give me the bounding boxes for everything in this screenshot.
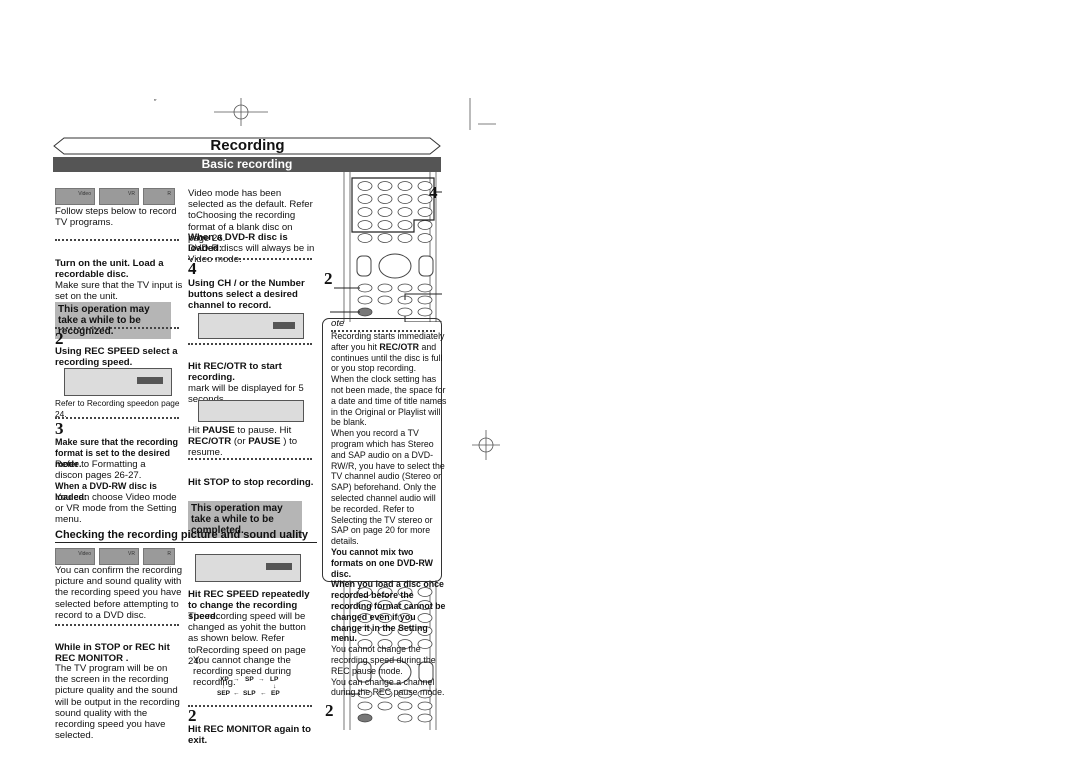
remote-button	[357, 307, 373, 317]
step2-number: 2	[55, 329, 64, 348]
remote-button	[397, 713, 413, 723]
page-title: Recording	[210, 137, 285, 154]
divider	[188, 458, 312, 460]
remote-button	[397, 307, 413, 317]
dvd-r-icon: R	[143, 188, 175, 205]
remote-button	[417, 283, 433, 293]
remote-button	[397, 220, 413, 230]
step1-title: Turn on the unit. Load a recordable disc…	[55, 258, 164, 281]
check-step1-text: The TV program will be on the screen in …	[55, 663, 180, 742]
callout-2-bottom: 2	[325, 701, 334, 720]
dvd-r-icon: R	[143, 548, 175, 565]
dvd-video-icon: Video	[55, 188, 95, 205]
remote-button	[357, 713, 373, 723]
dvdr-text: DVD-R discs will always be in Video mode…	[188, 243, 315, 266]
divider	[55, 624, 179, 626]
pause-text: Hit PAUSE to pause. Hit REC/OTR (or PAUS…	[188, 425, 298, 459]
rw-text: You can choose Video mode or VR mode fro…	[55, 492, 177, 526]
remote-button	[417, 307, 433, 317]
remote-button	[377, 701, 393, 711]
remote-button	[377, 194, 393, 204]
check-title: Checking the recording picture and sound…	[55, 529, 317, 543]
step5-title: Hit REC/OTR to start recording.	[188, 361, 282, 384]
callout-4: 4	[429, 183, 438, 202]
step1-note: This operation may take a while to be re…	[55, 302, 171, 339]
remote-button	[357, 207, 373, 217]
dvd-vr-icon: VR	[99, 548, 139, 565]
section-header: Basic recording	[53, 157, 441, 172]
remote-button	[357, 701, 373, 711]
remote-button	[377, 181, 393, 191]
divider	[55, 417, 179, 419]
callout-2: 2	[324, 269, 333, 288]
remote-button	[417, 233, 433, 243]
step1-text: Make sure that the TV input is set on th…	[55, 280, 183, 303]
speed-screen	[64, 368, 172, 396]
remote-button	[397, 233, 413, 243]
remote-button	[397, 181, 413, 191]
check-step2-title: Hit REC MONITOR again to exit.	[188, 724, 311, 747]
step3-number: 3	[55, 419, 64, 438]
remote-button	[417, 207, 433, 217]
divider	[188, 258, 312, 260]
step4-title: Using CH / or the Number buttons select …	[188, 278, 305, 312]
rec-screen	[198, 400, 304, 422]
remote-button	[357, 220, 373, 230]
divider	[188, 343, 312, 345]
speed-cycle: XP → SP → LP ↓ EP ← SLP ← SEP ↑	[217, 676, 280, 697]
remote-button	[397, 207, 413, 217]
remote-button	[357, 233, 373, 243]
step3-ref: Refer to Formatting a discon pages 26-27…	[55, 459, 146, 482]
dvd-video-icon: Video	[55, 548, 95, 565]
step4-number: 4	[188, 259, 197, 278]
check-step2-number: 2	[188, 706, 197, 725]
remote-button	[397, 194, 413, 204]
remote-button	[377, 207, 393, 217]
step6-title: Hit STOP to stop recording.	[188, 477, 314, 488]
remote-button	[357, 283, 373, 293]
remote-button	[377, 295, 393, 305]
note-heading: ote	[331, 318, 345, 329]
remote-button	[418, 255, 434, 277]
remote-button	[397, 701, 413, 711]
remote-button	[417, 295, 433, 305]
check-intro: You can confirm the recording picture an…	[55, 565, 183, 621]
manual-page: ″ Recording Basic recording Video VR R Fol…	[0, 0, 1080, 780]
remote-button	[357, 194, 373, 204]
check-step1-title: While in STOP or REC hit REC MONITOR .	[55, 642, 170, 665]
remote-button	[356, 255, 372, 277]
step2-title: Using REC SPEED select a recording speed…	[55, 346, 178, 369]
divider	[188, 705, 312, 707]
remote-button	[397, 283, 413, 293]
remote-button	[377, 233, 393, 243]
note-text: Recording starts immediately after you h…	[331, 331, 447, 698]
remote-nav-button	[378, 253, 412, 279]
svg-text:″: ″	[154, 99, 157, 106]
divider	[55, 327, 179, 329]
remote-button	[417, 713, 433, 723]
remote-button	[417, 220, 433, 230]
remote-button	[377, 283, 393, 293]
dvd-vr-icon: VR	[99, 188, 139, 205]
remote-button	[357, 295, 373, 305]
remote-button	[357, 181, 373, 191]
speed-screen-2	[195, 554, 301, 582]
remote-button	[377, 220, 393, 230]
remote-button	[417, 701, 433, 711]
intro-text: Follow steps below to record TV programs…	[55, 206, 177, 229]
channel-screen	[198, 313, 304, 339]
divider	[55, 239, 179, 241]
